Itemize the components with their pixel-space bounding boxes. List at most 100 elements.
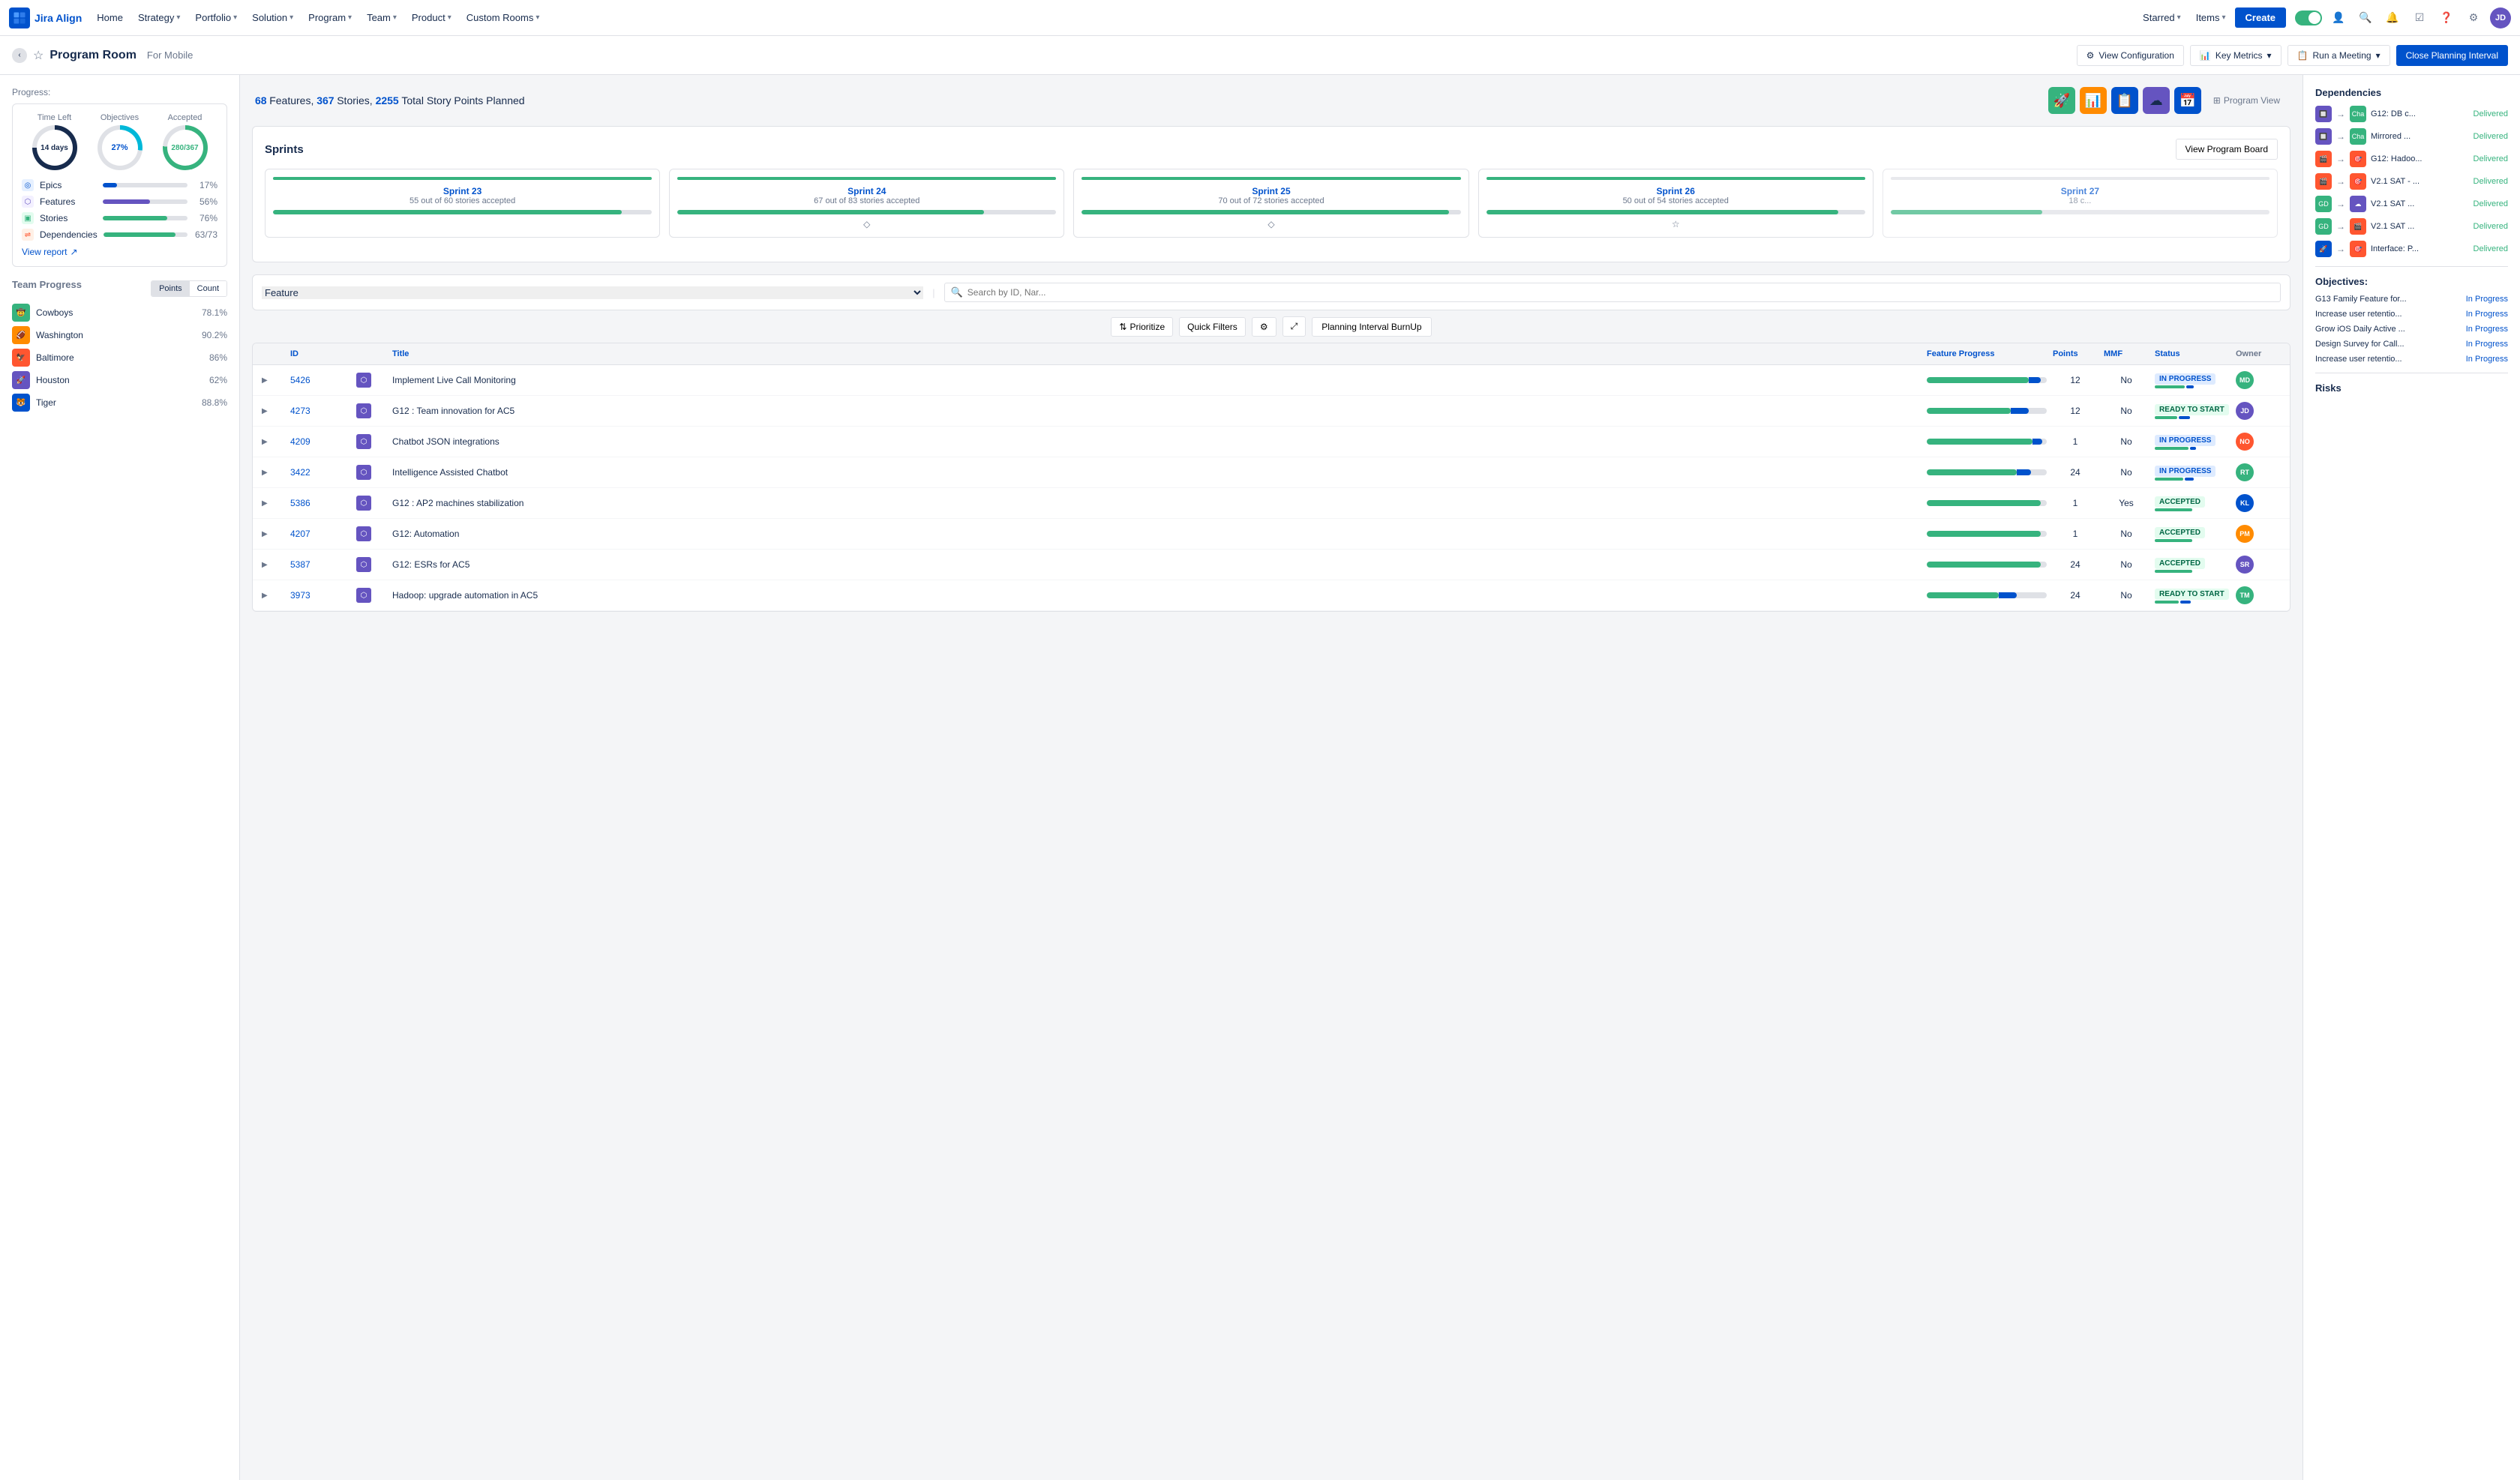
header-points[interactable]: Points (2053, 349, 2098, 358)
row-id-4209[interactable]: 4209 (290, 436, 350, 447)
action-bar: ⇅ Prioritize Quick Filters ⚙ ⤢ Planning … (252, 316, 2290, 337)
view-icon-chart[interactable]: 📊 (2080, 87, 2107, 114)
nav-starred[interactable]: Starred▾ (2137, 9, 2187, 26)
stories-count: 367 (316, 94, 334, 106)
row-id-4273[interactable]: 4273 (290, 406, 350, 416)
row-avatar: MD (2236, 371, 2254, 389)
dep-from-avatar: 🎬 (2315, 151, 2332, 167)
page-title: Program Room (50, 49, 136, 62)
row-expand[interactable]: ▶ (262, 469, 284, 477)
collapse-button[interactable]: ‹ (12, 48, 27, 63)
star-icon[interactable]: ☆ (33, 48, 44, 63)
nav-custom-rooms[interactable]: Custom Rooms▾ (460, 9, 546, 26)
user-avatar[interactable]: JD (2490, 7, 2511, 28)
feature-select[interactable]: Feature (262, 286, 923, 299)
tasks-icon[interactable]: ☑ (2409, 7, 2430, 28)
obj-row-3: Grow iOS Daily Active ... In Progress (2315, 325, 2508, 334)
row-id-5426[interactable]: 5426 (290, 375, 350, 385)
acc-circle: 280/367 (163, 125, 208, 170)
team-pct-baltimore: 86% (196, 352, 227, 363)
row-id-3973[interactable]: 3973 (290, 590, 350, 601)
nav-portfolio[interactable]: Portfolio▾ (189, 9, 243, 26)
sprint-23-top-bar (273, 177, 652, 180)
row-expand[interactable]: ▶ (262, 438, 284, 446)
header-title[interactable]: Title (392, 349, 1921, 358)
feature-table: ID Title Feature Progress Points MMF Sta… (252, 343, 2290, 612)
obj-row-4: Design Survey for Call... In Progress (2315, 340, 2508, 349)
sprint-card-23[interactable]: Sprint 23 55 out of 60 stories accepted (265, 169, 660, 238)
team-toggle-count[interactable]: Count (190, 281, 226, 296)
team-toggle-points[interactable]: Points (152, 281, 190, 296)
search-input[interactable] (968, 287, 2274, 298)
expand-icon-btn[interactable]: ⤢ (1282, 316, 1306, 337)
table-row: ▶ 4273 ⬡ G12 : Team innovation for AC5 1… (253, 396, 2290, 427)
row-expand[interactable]: ▶ (262, 376, 284, 385)
logo-text: Jira Align (34, 12, 82, 24)
dep-arrow: → (2336, 131, 2345, 142)
header-status[interactable]: Status (2155, 349, 2230, 358)
view-icon-calendar[interactable]: 📅 (2174, 87, 2201, 114)
row-id-3422[interactable]: 3422 (290, 467, 350, 478)
row-id-4207[interactable]: 4207 (290, 529, 350, 539)
sprint-26-stories: 50 out of 54 stories accepted (1486, 196, 1865, 205)
nav-team[interactable]: Team▾ (361, 9, 403, 26)
sprint-card-26[interactable]: Sprint 26 50 out of 54 stories accepted … (1478, 169, 1874, 238)
objectives-title: Objectives: (2315, 276, 2508, 287)
dependencies-icon: ⇌ (22, 229, 34, 241)
nav-home[interactable]: Home (91, 9, 129, 26)
view-icon-cloud[interactable]: ☁ (2143, 87, 2170, 114)
key-metrics-button[interactable]: 📊 Key Metrics ▾ (2190, 45, 2282, 66)
row-expand[interactable]: ▶ (262, 499, 284, 508)
sprint-card-24[interactable]: Sprint 24 67 out of 83 stories accepted … (669, 169, 1064, 238)
view-report-link[interactable]: View report ↗ (22, 247, 218, 257)
story-points: 2255 (376, 94, 399, 106)
run-meeting-button[interactable]: 📋 Run a Meeting ▾ (2288, 45, 2390, 66)
stories-bar (103, 216, 188, 220)
row-id-5387[interactable]: 5387 (290, 559, 350, 570)
row-feature-icon: ⬡ (356, 557, 371, 572)
search-icon[interactable]: 🔍 (2355, 7, 2376, 28)
row-expand[interactable]: ▶ (262, 561, 284, 569)
nav-solution[interactable]: Solution▾ (246, 9, 299, 26)
settings-icon[interactable]: ⚙ (2463, 7, 2484, 28)
row-title: Hadoop: upgrade automation in AC5 (392, 590, 1921, 601)
row-id-5386[interactable]: 5386 (290, 498, 350, 508)
row-expand[interactable]: ▶ (262, 407, 284, 415)
help-icon[interactable]: ❓ (2436, 7, 2457, 28)
view-icon-list[interactable]: 📋 (2111, 87, 2138, 114)
view-icon-rocket[interactable]: 🚀 (2048, 87, 2075, 114)
row-expand[interactable]: ▶ (262, 592, 284, 600)
user-icon[interactable]: 👤 (2328, 7, 2349, 28)
nav-program[interactable]: Program▾ (302, 9, 358, 26)
header-id[interactable]: ID (290, 349, 350, 358)
sprint-25-bar (1082, 210, 1460, 214)
nav-strategy[interactable]: Strategy▾ (132, 9, 186, 26)
nav-items[interactable]: Items▾ (2190, 9, 2232, 26)
sprint-card-27[interactable]: Sprint 27 18 c... (1882, 169, 2278, 238)
create-button[interactable]: Create (2235, 7, 2286, 28)
header-progress[interactable]: Feature Progress (1927, 349, 2047, 358)
nav-product[interactable]: Product▾ (406, 9, 458, 26)
sprint-card-25[interactable]: Sprint 25 70 out of 72 stories accepted … (1073, 169, 1468, 238)
row-expand[interactable]: ▶ (262, 530, 284, 538)
progress-bar (1927, 439, 2047, 445)
summary-text: 68 Features, 367 Stories, 2255 Total Sto… (255, 94, 525, 106)
header-mmf[interactable]: MMF (2104, 349, 2149, 358)
logo[interactable]: Jira Align (9, 7, 82, 28)
sprint-24-bar (677, 210, 1056, 214)
quick-filters-button[interactable]: Quick Filters (1179, 317, 1246, 337)
sub-nav: ‹ ☆ Program Room For Mobile ⚙ View Confi… (0, 36, 2520, 75)
settings-icon-btn[interactable]: ⚙ (1252, 317, 1276, 337)
prioritize-button[interactable]: ⇅ Prioritize (1111, 317, 1173, 337)
close-planning-interval-button[interactable]: Close Planning Interval (2396, 45, 2508, 66)
program-view-button[interactable]: ⊞ Program View (2206, 91, 2288, 110)
notifications-icon[interactable]: 🔔 (2382, 7, 2403, 28)
team-name-washington: Washington (36, 330, 190, 340)
team-avatar-baltimore: 🦅 (12, 349, 30, 367)
dep-status: Delivered (2474, 109, 2508, 118)
dep-name: G12: DB c... (2371, 109, 2469, 118)
view-board-button[interactable]: View Program Board (2176, 139, 2278, 160)
view-configuration-button[interactable]: ⚙ View Configuration (2077, 45, 2184, 66)
toggle-switch[interactable] (2295, 10, 2322, 25)
burnup-button[interactable]: Planning Interval BurnUp (1312, 317, 1431, 337)
